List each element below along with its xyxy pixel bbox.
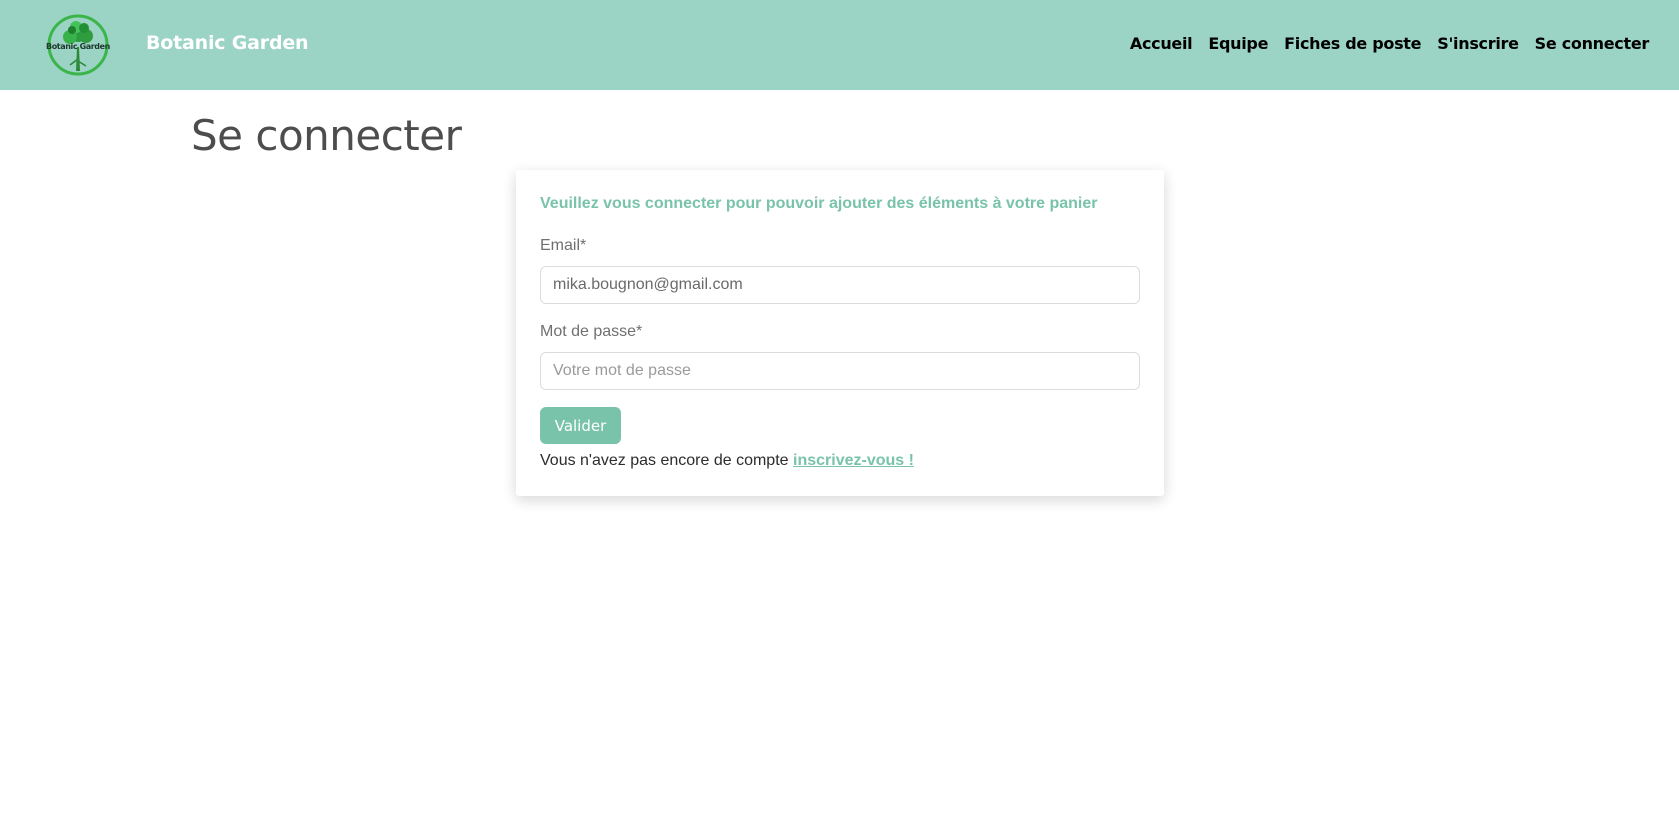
login-card: Veuillez vous connecter pour pouvoir ajo… [516, 170, 1164, 496]
main-nav: Accueil Equipe Fiches de poste S'inscrir… [1130, 34, 1649, 53]
logo-text: Botanic Garden [46, 42, 110, 51]
page-title: Se connecter [191, 111, 462, 160]
nav-link-equipe[interactable]: Equipe [1208, 34, 1268, 53]
navbar: Botanic Garden Botanic Garden Accueil Eq… [0, 0, 1679, 90]
nav-link-sinscrire[interactable]: S'inscrire [1437, 34, 1519, 53]
logo[interactable]: Botanic Garden [46, 13, 110, 77]
password-field[interactable] [540, 352, 1140, 390]
email-field[interactable] [540, 266, 1140, 304]
nav-link-fiches-de-poste[interactable]: Fiches de poste [1284, 34, 1421, 53]
email-label: Email* [540, 237, 587, 254]
submit-button[interactable]: Valider [540, 407, 621, 444]
brand-link[interactable]: Botanic Garden [146, 32, 309, 54]
login-heading: Veuillez vous connecter pour pouvoir ajo… [540, 195, 1098, 212]
signup-row: Vous n'avez pas encore de compte inscriv… [540, 452, 914, 470]
password-label: Mot de passe* [540, 323, 643, 340]
signup-prompt: Vous n'avez pas encore de compte [540, 452, 789, 469]
signup-link[interactable]: inscrivez-vous ! [793, 452, 914, 469]
nav-link-accueil[interactable]: Accueil [1130, 34, 1193, 53]
nav-link-se-connecter[interactable]: Se connecter [1535, 34, 1650, 53]
